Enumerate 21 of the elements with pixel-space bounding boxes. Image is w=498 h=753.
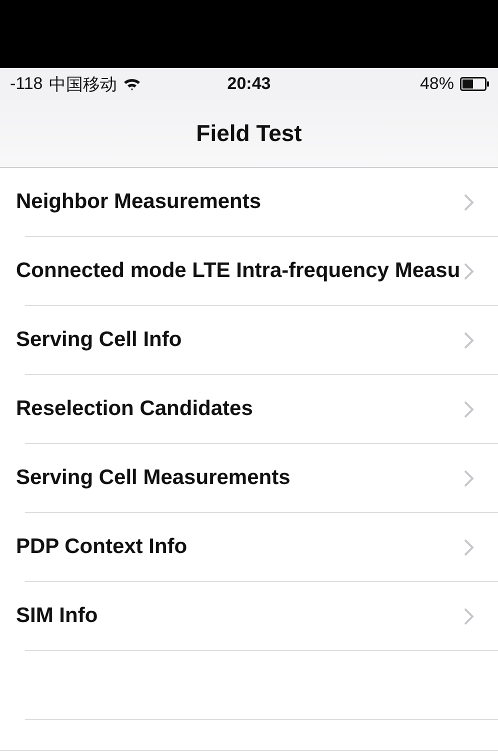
- menu-row[interactable]: Neighbor Measurements: [0, 168, 498, 236]
- chevron-icon: [464, 332, 474, 349]
- chevron-icon: [464, 194, 474, 211]
- chevron-icon: [464, 263, 474, 280]
- menu-row[interactable]: Connected mode LTE Intra-frequency Measu: [0, 237, 498, 305]
- chevron-icon: [464, 539, 474, 556]
- screen-title: Field Test: [196, 120, 302, 147]
- carrier-name: 中国移动: [48, 74, 117, 96]
- chevron-icon: [464, 470, 474, 487]
- wifi-icon: [122, 77, 141, 91]
- signal-strength: -118: [10, 74, 43, 94]
- menu-row[interactable]: Serving Cell Info: [0, 306, 498, 374]
- menu-row[interactable]: PDP Context Info: [0, 513, 498, 581]
- menu-row[interactable]: Reselection Candidates: [0, 375, 498, 443]
- chevron-icon: [464, 608, 474, 625]
- menu-row[interactable]: Serving Cell Measurements: [0, 444, 498, 512]
- menu-row[interactable]: SIM Info: [0, 582, 498, 650]
- battery-icon: [460, 77, 490, 91]
- chevron-icon: [464, 401, 474, 418]
- battery-percent: 48%: [420, 74, 454, 94]
- clock-time: 20:43: [227, 74, 271, 94]
